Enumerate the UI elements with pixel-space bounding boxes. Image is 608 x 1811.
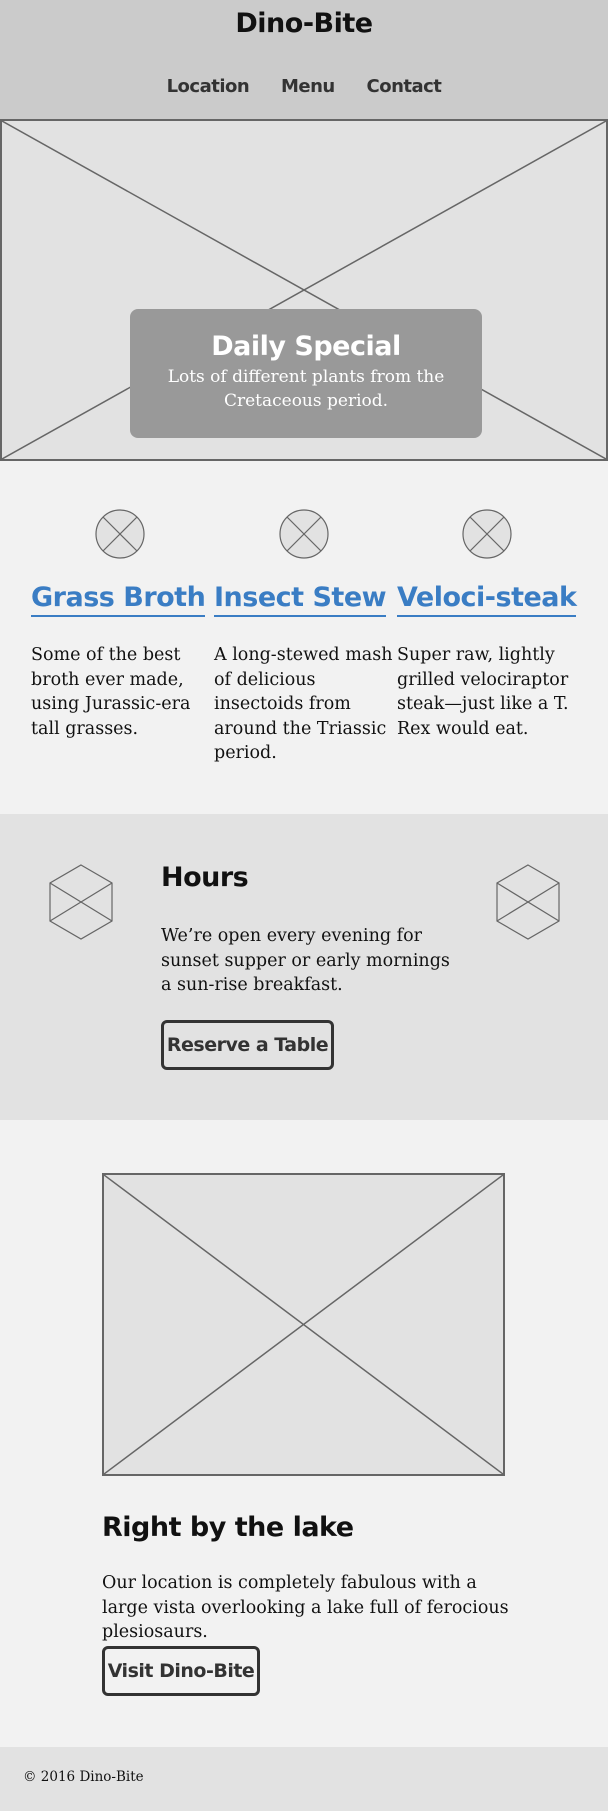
daily-special-title: Daily Special [211,331,401,362]
daily-special-box: Daily Special Lots of different plants f… [130,309,482,438]
menu-item-description: Some of the best broth ever made, using … [31,645,191,739]
nav-link-contact[interactable]: Contact [367,76,442,97]
site-header: Dino-Bite Location Menu Contact [0,0,608,119]
menu-item-title[interactable]: Veloci-steak [397,583,577,617]
circle-x-icon [95,509,145,559]
main-nav: Location Menu Contact [0,76,608,97]
menu-item-description: Super raw, lightly grilled velociraptor … [397,645,569,739]
hero-image-placeholder: Daily Special Lots of different plants f… [0,119,608,461]
site-footer: © 2016 Dino-Bite [0,1747,608,1811]
location-title: Right by the lake [102,1512,354,1543]
image-placeholder-icon [104,1175,503,1474]
hours-section: Hours We’re open every evening for sunse… [0,814,608,1120]
copyright-text: © 2016 Dino-Bite [23,1769,144,1785]
nav-link-location[interactable]: Location [167,76,250,97]
daily-special-text: Lots of different plants from the Cretac… [167,367,445,411]
nav-link-menu[interactable]: Menu [281,76,335,97]
site-logo[interactable]: Dino-Bite [0,8,608,39]
hexagon-icon [496,864,560,940]
reserve-table-button[interactable]: Reserve a Table [161,1020,334,1070]
visit-button[interactable]: Visit Dino-Bite [102,1646,260,1696]
menu-item-title[interactable]: Insect Stew [214,583,387,617]
menu-item-description: A long-stewed mash of delicious insectoi… [214,645,393,763]
menu-item-title[interactable]: Grass Broth [31,583,206,617]
hours-text: We’re open every evening for sunset supp… [161,926,450,995]
location-text: Our location is completely fabulous with… [102,1573,509,1642]
circle-x-icon [462,509,512,559]
hours-title: Hours [161,862,249,893]
location-image-placeholder [102,1173,505,1476]
hexagon-icon [49,864,113,940]
circle-x-icon [279,509,329,559]
